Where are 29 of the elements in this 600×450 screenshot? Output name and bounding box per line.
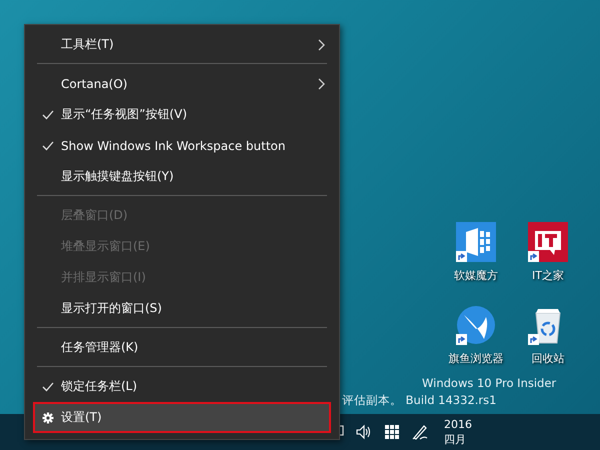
desktop-icon-label[interactable]: 软媒魔方 [454,268,498,283]
cube-app-icon[interactable] [456,222,496,262]
watermark-edition-text: Windows 10 Pro Insider [421,376,556,390]
desktop-icon-label[interactable]: 旗鱼浏览器 [448,351,504,366]
shortcut-arrow-icon [528,251,539,262]
swordfish-app-icon[interactable] [456,305,496,345]
shortcut-arrow-icon [528,334,539,345]
menu-item[interactable]: 任务管理器(K) [33,332,331,363]
clock[interactable]: 2016 四月 [444,417,594,447]
keyboard-grid-icon[interactable] [384,424,400,440]
menu-item[interactable]: 显示“任务视图”按钮(V) [33,99,331,130]
shortcut-arrow-icon [456,334,467,345]
menu-item[interactable]: Cortana(O) [33,68,331,99]
shortcut-arrow-icon [456,251,467,262]
menu-item[interactable]: 显示触摸键盘按钮(Y) [33,161,331,192]
desktop-icon-label[interactable]: 回收站 [532,351,564,366]
desktop-icon-label[interactable]: IT之家 [532,268,564,283]
volume-icon[interactable] [356,424,372,440]
clock-text: 四月 [444,432,467,447]
menu-item[interactable]: 工具栏(T) [33,29,331,60]
pen-icon[interactable] [412,424,428,440]
watermark-edition-text: 评估副本。 Build 14332.rs1 [342,393,498,408]
menu-item[interactable]: 设置(T) [33,402,331,433]
menu-item[interactable]: Show Windows Ink Workspace button [33,130,331,161]
speech-bubble-app-icon[interactable] [528,222,568,262]
menu-item[interactable]: 锁定任务栏(L) [33,371,331,402]
clock-text: 2016 [444,417,473,432]
menu-item[interactable]: 显示打开的窗口(S) [33,293,331,324]
gear-icon [42,412,54,424]
